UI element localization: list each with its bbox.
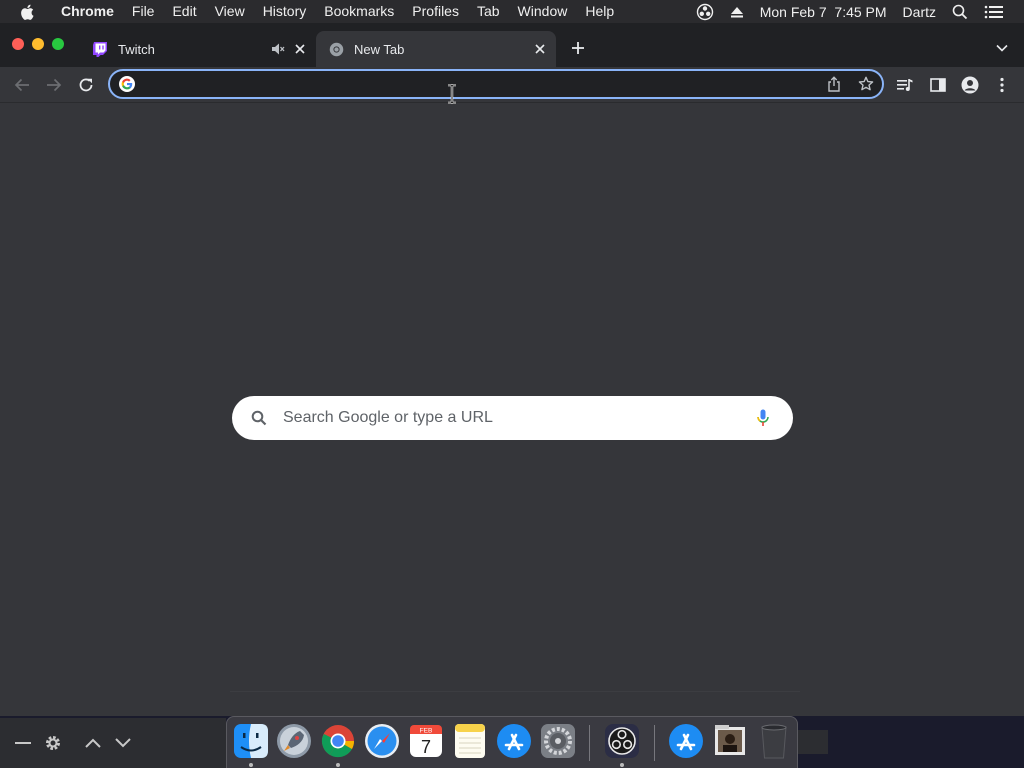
tab-muted-icon[interactable] xyxy=(270,41,286,57)
ntp-search-placeholder: Search Google or type a URL xyxy=(283,409,493,426)
menu-profiles[interactable]: Profiles xyxy=(403,0,468,23)
running-indicator xyxy=(249,763,253,767)
menu-view[interactable]: View xyxy=(206,0,254,23)
address-bar[interactable] xyxy=(108,69,884,99)
menu-edit[interactable]: Edit xyxy=(163,0,205,23)
microphone-icon[interactable] xyxy=(753,407,773,429)
google-g-icon xyxy=(119,76,135,92)
menubar-user[interactable]: Dartz xyxy=(895,4,944,20)
macos-menubar: Chrome File Edit View History Bookmarks … xyxy=(0,0,1024,23)
media-control-icon[interactable] xyxy=(893,73,917,97)
menu-help[interactable]: Help xyxy=(576,0,623,23)
menubar-status-area: Mon Feb 7 7:45 PM Dartz xyxy=(688,0,1024,23)
running-indicator xyxy=(620,763,624,767)
control-center-icon[interactable] xyxy=(976,4,1012,20)
eject-icon[interactable] xyxy=(722,6,752,18)
macos-dock: FEB 7 xyxy=(226,716,798,768)
divider xyxy=(230,691,800,692)
tab-strip: Twitch New Tab xyxy=(0,23,1024,67)
menu-file[interactable]: File xyxy=(123,0,164,23)
tab-title: New Tab xyxy=(354,41,405,57)
calendar-month-label: FEB xyxy=(420,728,433,735)
chevron-down-icon[interactable] xyxy=(108,728,138,758)
text-cursor-icon xyxy=(448,84,456,104)
search-icon xyxy=(249,408,269,428)
launchpad-icon[interactable] xyxy=(275,721,313,761)
browser-window: Twitch New Tab Search Google or type a U… xyxy=(0,23,1024,716)
downloads-stack-icon[interactable] xyxy=(711,721,749,761)
twitch-favicon-icon xyxy=(92,41,108,57)
forward-arrow-icon[interactable] xyxy=(42,73,66,97)
profile-avatar-icon[interactable] xyxy=(958,73,982,97)
running-indicator xyxy=(336,763,340,767)
app-store-icon[interactable] xyxy=(495,721,533,761)
browser-toolbar xyxy=(0,67,1024,103)
chevron-up-icon[interactable] xyxy=(78,728,108,758)
dock-separator xyxy=(654,725,655,761)
tab-twitch[interactable]: Twitch xyxy=(80,31,316,67)
tab-search-chevron-down-icon[interactable] xyxy=(992,38,1012,58)
minus-icon[interactable] xyxy=(8,728,38,758)
new-tab-plus-icon[interactable] xyxy=(568,38,588,58)
bookmark-star-icon[interactable] xyxy=(856,74,876,94)
address-input[interactable] xyxy=(146,71,796,97)
tab-new-tab[interactable]: New Tab xyxy=(316,31,556,67)
menu-tab[interactable]: Tab xyxy=(468,0,509,23)
trash-icon[interactable] xyxy=(755,721,793,761)
menu-history[interactable]: History xyxy=(254,0,316,23)
close-window-button[interactable] xyxy=(12,38,24,50)
panel-edge xyxy=(0,728,8,758)
spotlight-icon[interactable] xyxy=(944,4,976,20)
menu-app-name[interactable]: Chrome xyxy=(52,0,123,23)
finder-icon[interactable] xyxy=(232,721,270,761)
google-chrome-icon[interactable] xyxy=(319,721,357,761)
menu-bookmarks[interactable]: Bookmarks xyxy=(315,0,403,23)
obs-icon[interactable] xyxy=(603,721,641,761)
apple-icon[interactable] xyxy=(18,2,38,22)
zoom-window-button[interactable] xyxy=(52,38,64,50)
calendar-day-label: 7 xyxy=(421,737,431,757)
obs-scene-controls xyxy=(0,718,226,768)
tab-close-icon[interactable] xyxy=(292,41,308,57)
side-panel-icon[interactable] xyxy=(926,73,950,97)
back-arrow-icon[interactable] xyxy=(10,73,34,97)
notes-icon[interactable] xyxy=(451,721,489,761)
obs-status-icon[interactable] xyxy=(688,3,722,21)
system-preferences-gear-icon[interactable] xyxy=(539,721,577,761)
safari-icon[interactable] xyxy=(363,721,401,761)
tab-title: Twitch xyxy=(118,41,155,57)
minimize-window-button[interactable] xyxy=(32,38,44,50)
menu-window[interactable]: Window xyxy=(509,0,577,23)
panel-edge xyxy=(798,730,828,754)
reload-icon[interactable] xyxy=(74,73,98,97)
menubar-clock[interactable]: Mon Feb 7 7:45 PM xyxy=(752,4,895,20)
kebab-menu-icon[interactable] xyxy=(990,73,1014,97)
tab-close-icon[interactable] xyxy=(532,41,548,57)
share-icon[interactable] xyxy=(824,74,844,94)
calendar-icon[interactable]: FEB 7 xyxy=(407,721,445,761)
dock-separator xyxy=(589,725,590,761)
chrome-favicon-icon xyxy=(328,41,344,57)
ntp-search-box[interactable]: Search Google or type a URL xyxy=(232,396,793,440)
applications-folder-icon[interactable] xyxy=(667,721,705,761)
gear-icon[interactable] xyxy=(38,728,68,758)
